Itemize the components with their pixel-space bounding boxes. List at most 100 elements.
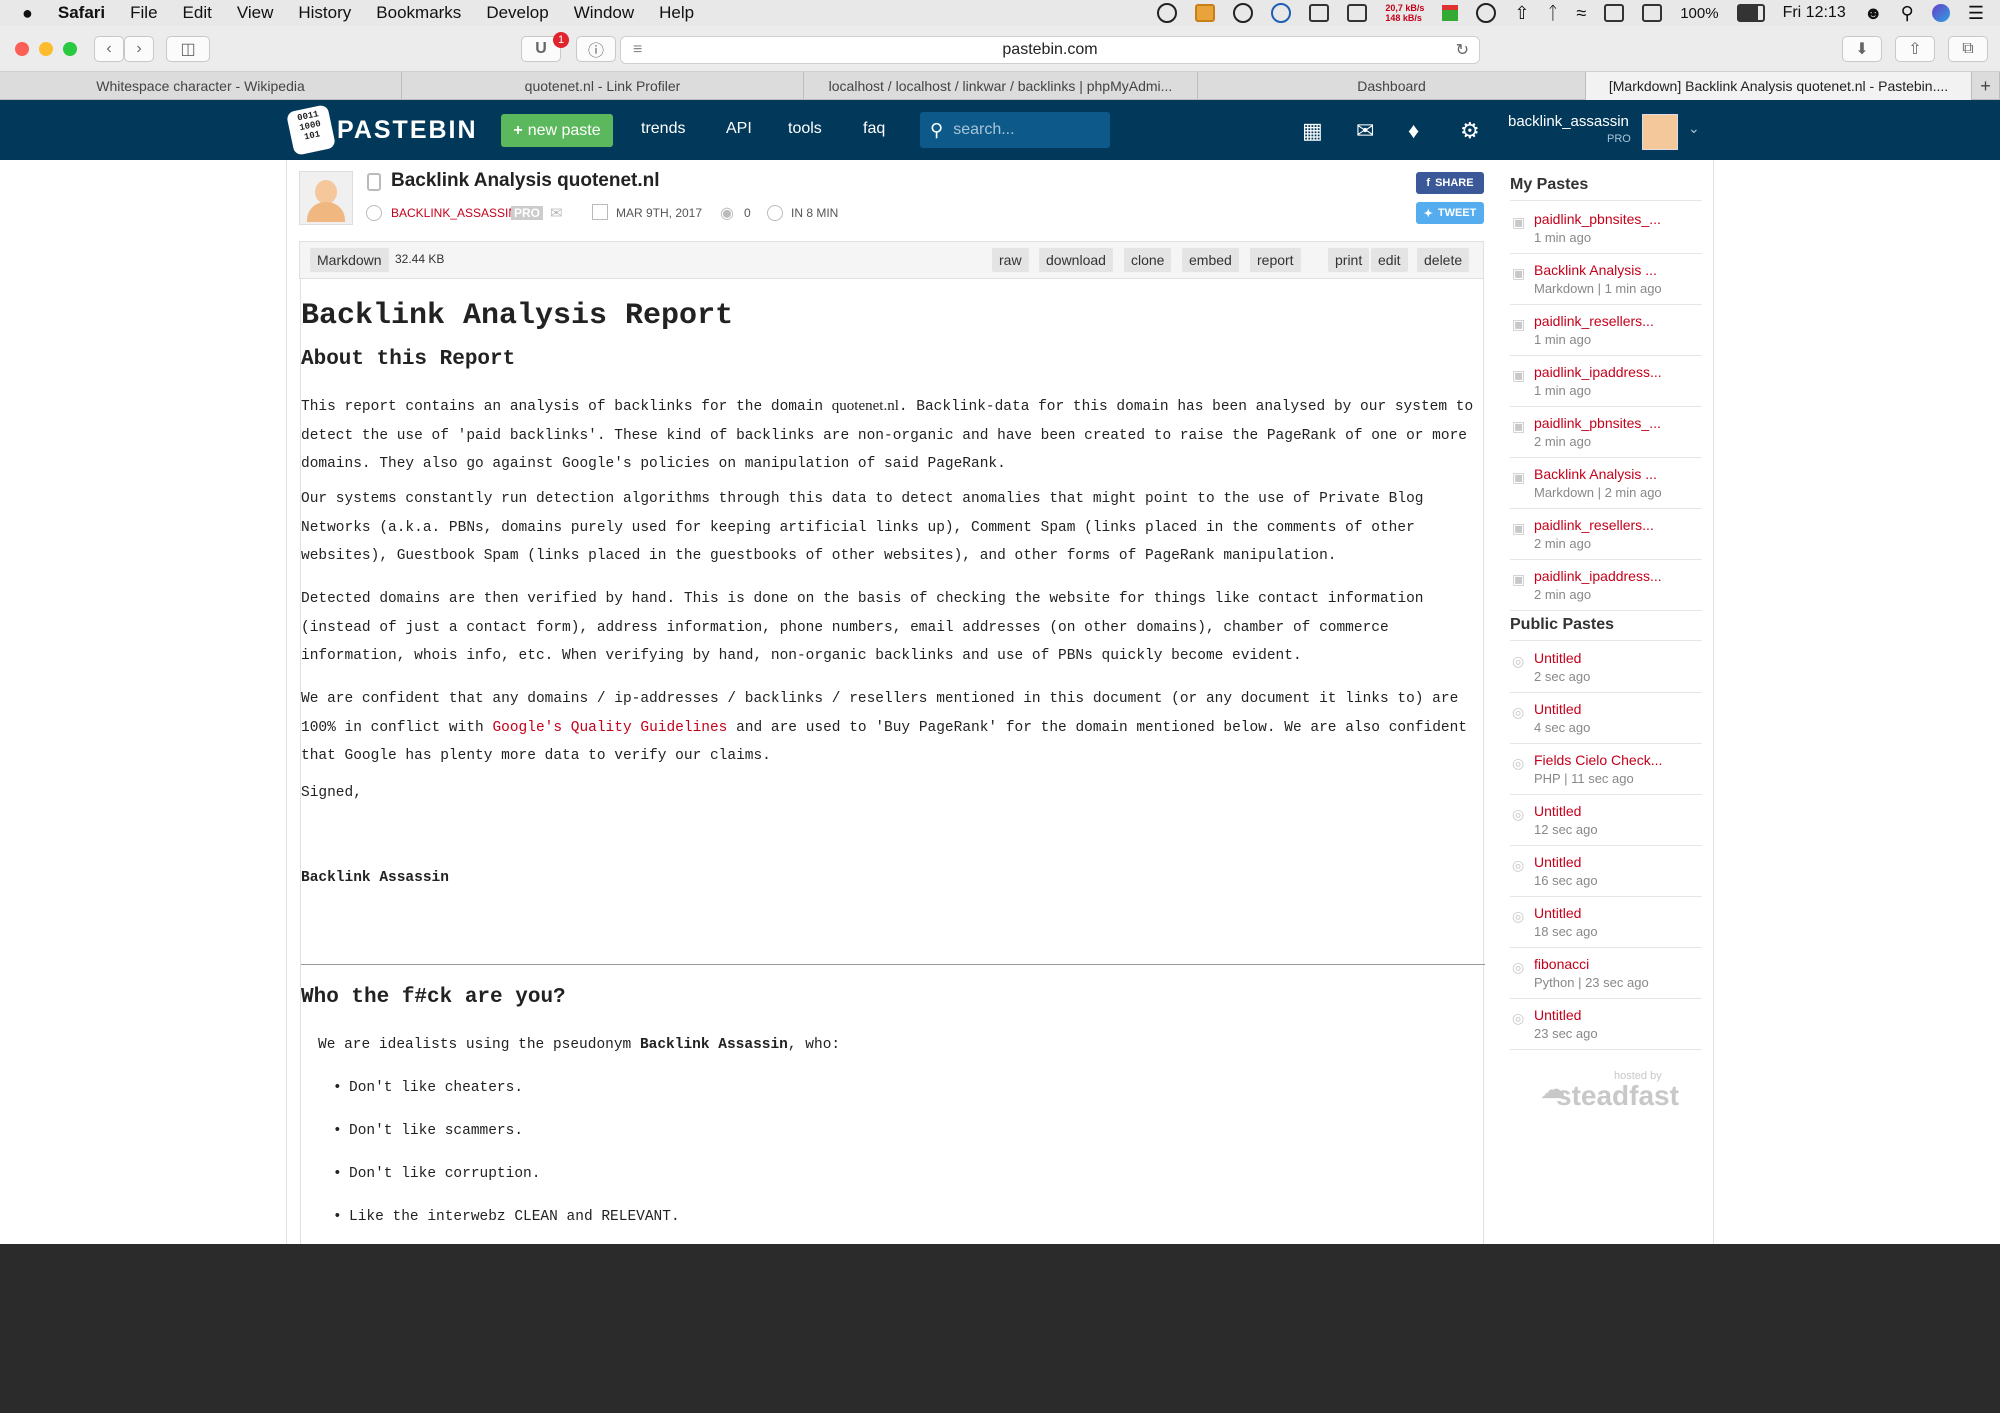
menu-history[interactable]: History [298,3,351,23]
tab-wikipedia[interactable]: Whitespace character - Wikipedia [0,72,402,100]
tab-pastebin[interactable]: [Markdown] Backlink Analysis quotenet.nl… [1586,72,1972,100]
author-avatar[interactable] [299,171,353,225]
print-button[interactable]: print [1328,248,1370,272]
sidebar-paste-title[interactable]: Untitled [1534,905,1581,921]
download-button[interactable]: download [1039,248,1113,272]
notification-center-icon[interactable]: ☰ [1968,3,1984,24]
sidebar-paste-item[interactable]: ▣ paidlink_pbnsites_... 2 min ago [1510,408,1702,458]
sidebar-paste-item[interactable]: ◎ Fields Cielo Check... PHP | 11 sec ago [1510,745,1702,795]
new-tab-button[interactable]: + [1972,72,2000,100]
sidebar-paste-item[interactable]: ▣ Backlink Analysis ... Markdown | 2 min a… [1510,459,1702,509]
sidebar-paste-title[interactable]: Backlink Analysis ... [1534,466,1657,482]
menu-develop[interactable]: Develop [486,3,548,23]
sidebar-paste-item[interactable]: ◎ Untitled 12 sec ago [1510,796,1702,846]
onepassword-icon[interactable] [1233,3,1254,23]
nav-api[interactable]: API [726,120,752,138]
url-text[interactable]: pastebin.com [1002,41,1097,59]
shield-icon[interactable] [1347,4,1368,22]
site-logo[interactable]: PASTEBIN [337,116,478,145]
sidebar-paste-title[interactable]: fibonacci [1534,956,1589,972]
sidebar-paste-item[interactable]: ▣ paidlink_resellers... 2 min ago [1510,510,1702,560]
delete-button[interactable]: delete [1417,248,1470,272]
keyboard-icon[interactable] [1309,4,1330,22]
reader-icon[interactable]: ≡ [633,41,642,59]
app-status-icon[interactable] [1195,4,1216,22]
nav-tools[interactable]: tools [788,120,822,138]
reload-icon[interactable]: ↻ [1456,40,1469,60]
sidebar-paste-title[interactable]: paidlink_pbnsites_... [1534,211,1661,227]
wifi-icon[interactable]: ≈ [1576,3,1586,24]
user-menu-chevron-icon[interactable]: ⌄ [1688,120,1700,137]
bank-icon[interactable] [1642,4,1663,22]
sidebar-paste-item[interactable]: ▣ paidlink_ipaddress... 1 min ago [1510,357,1702,407]
sidebar-paste-title[interactable]: paidlink_pbnsites_... [1534,415,1661,431]
downloads-button[interactable]: ⬇ [1842,36,1882,62]
nav-faq[interactable]: faq [863,120,885,138]
quality-guidelines-link[interactable]: Google's Quality Guidelines [492,720,727,736]
sidebar-toggle-button[interactable]: ◫ [166,36,210,62]
user-avatar[interactable] [1642,114,1678,150]
sidebar-paste-title[interactable]: paidlink_resellers... [1534,517,1654,533]
sidebar-paste-title[interactable]: Untitled [1534,701,1581,717]
sidebar-paste-title[interactable]: paidlink_ipaddress... [1534,364,1662,380]
sidebar-paste-title[interactable]: Fields Cielo Check... [1534,752,1662,768]
share-button[interactable]: ⇧ [1895,36,1935,62]
nav-trends[interactable]: trends [641,120,685,138]
menu-bookmarks[interactable]: Bookmarks [376,3,461,23]
menu-help[interactable]: Help [659,3,694,23]
notifications-bell-icon[interactable]: ♦ [1408,118,1419,144]
menu-app-name[interactable]: Safari [58,3,105,23]
bluetooth-icon[interactable]: ᛏ [1548,3,1559,24]
new-paste-button[interactable]: + new paste [501,114,613,147]
location-icon[interactable] [1157,3,1178,23]
sidebar-paste-item[interactable]: ▣ paidlink_resellers... 1 min ago [1510,306,1702,356]
pastebin-logo-icon[interactable]: 0011 1000 101 [285,104,337,156]
menu-view[interactable]: View [237,3,274,23]
settings-gear-icon[interactable]: ⚙ [1460,118,1480,144]
sidebar-paste-item[interactable]: ◎ Untitled 4 sec ago [1510,694,1702,744]
tab-phpmyadmin[interactable]: localhost / localhost / linkwar / backli… [804,72,1198,100]
sidebar-paste-item[interactable]: ◎ Untitled 16 sec ago [1510,847,1702,897]
forward-button[interactable]: › [124,36,154,62]
menu-file[interactable]: File [130,3,157,23]
search-box[interactable]: ⚲ search... [920,112,1110,148]
address-bar[interactable]: ≡ pastebin.com ↻ [620,36,1480,64]
sidebar-paste-title[interactable]: Backlink Analysis ... [1534,262,1657,278]
siri-icon[interactable] [1931,4,1950,22]
close-window-button[interactable] [15,42,29,56]
sync-icon[interactable]: ⇧ [1514,3,1529,24]
report-button[interactable]: report [1250,248,1301,272]
syntax-label[interactable]: Markdown [310,248,389,272]
menu-edit[interactable]: Edit [183,3,212,23]
my-pastes-list-icon[interactable]: ▦ [1302,118,1323,144]
sidebar-paste-item[interactable]: ◎ fibonacci Python | 23 sec ago [1510,949,1702,999]
airplay-icon[interactable] [1604,4,1625,22]
twitter-tweet-button[interactable]: ✦ TWEET [1416,202,1484,224]
memory-meter-icon[interactable] [1442,5,1459,21]
sidebar-paste-item[interactable]: ▣ Backlink Analysis ... Markdown | 1 min a… [1510,255,1702,305]
embed-button[interactable]: embed [1182,248,1239,272]
tab-dashboard[interactable]: Dashboard [1198,72,1586,100]
user-icon[interactable]: ☻ [1864,3,1883,24]
tab-link-profiler[interactable]: quotenet.nl - Link Profiler [402,72,804,100]
disk-icon[interactable] [1476,3,1497,23]
sidebar-paste-title[interactable]: Untitled [1534,650,1581,666]
sidebar-paste-title[interactable]: paidlink_resellers... [1534,313,1654,329]
sidebar-paste-item[interactable]: ◎ Untitled 18 sec ago [1510,898,1702,948]
message-author-icon[interactable]: ✉ [550,204,563,222]
sidebar-paste-title[interactable]: Untitled [1534,1007,1581,1023]
sidebar-paste-title[interactable]: Untitled [1534,803,1581,819]
search-input[interactable]: search... [953,121,1014,139]
zoom-window-button[interactable] [63,42,77,56]
battery-percent[interactable]: 100% [1680,5,1718,22]
messages-icon[interactable]: ✉ [1356,118,1374,144]
sidebar-paste-title[interactable]: paidlink_ipaddress... [1534,568,1662,584]
onepassword-extension-button[interactable]: ⓘ [576,36,616,62]
clone-button[interactable]: clone [1124,248,1172,272]
sidebar-paste-item[interactable]: ◎ Untitled 2 sec ago [1510,643,1702,693]
paste-author[interactable]: BACKLINK_ASSASSIN [391,206,517,220]
facebook-share-button[interactable]: f SHARE [1416,172,1484,194]
evernote-icon[interactable] [1271,3,1292,23]
back-button[interactable]: ‹ [94,36,124,62]
edit-button[interactable]: edit [1371,248,1408,272]
